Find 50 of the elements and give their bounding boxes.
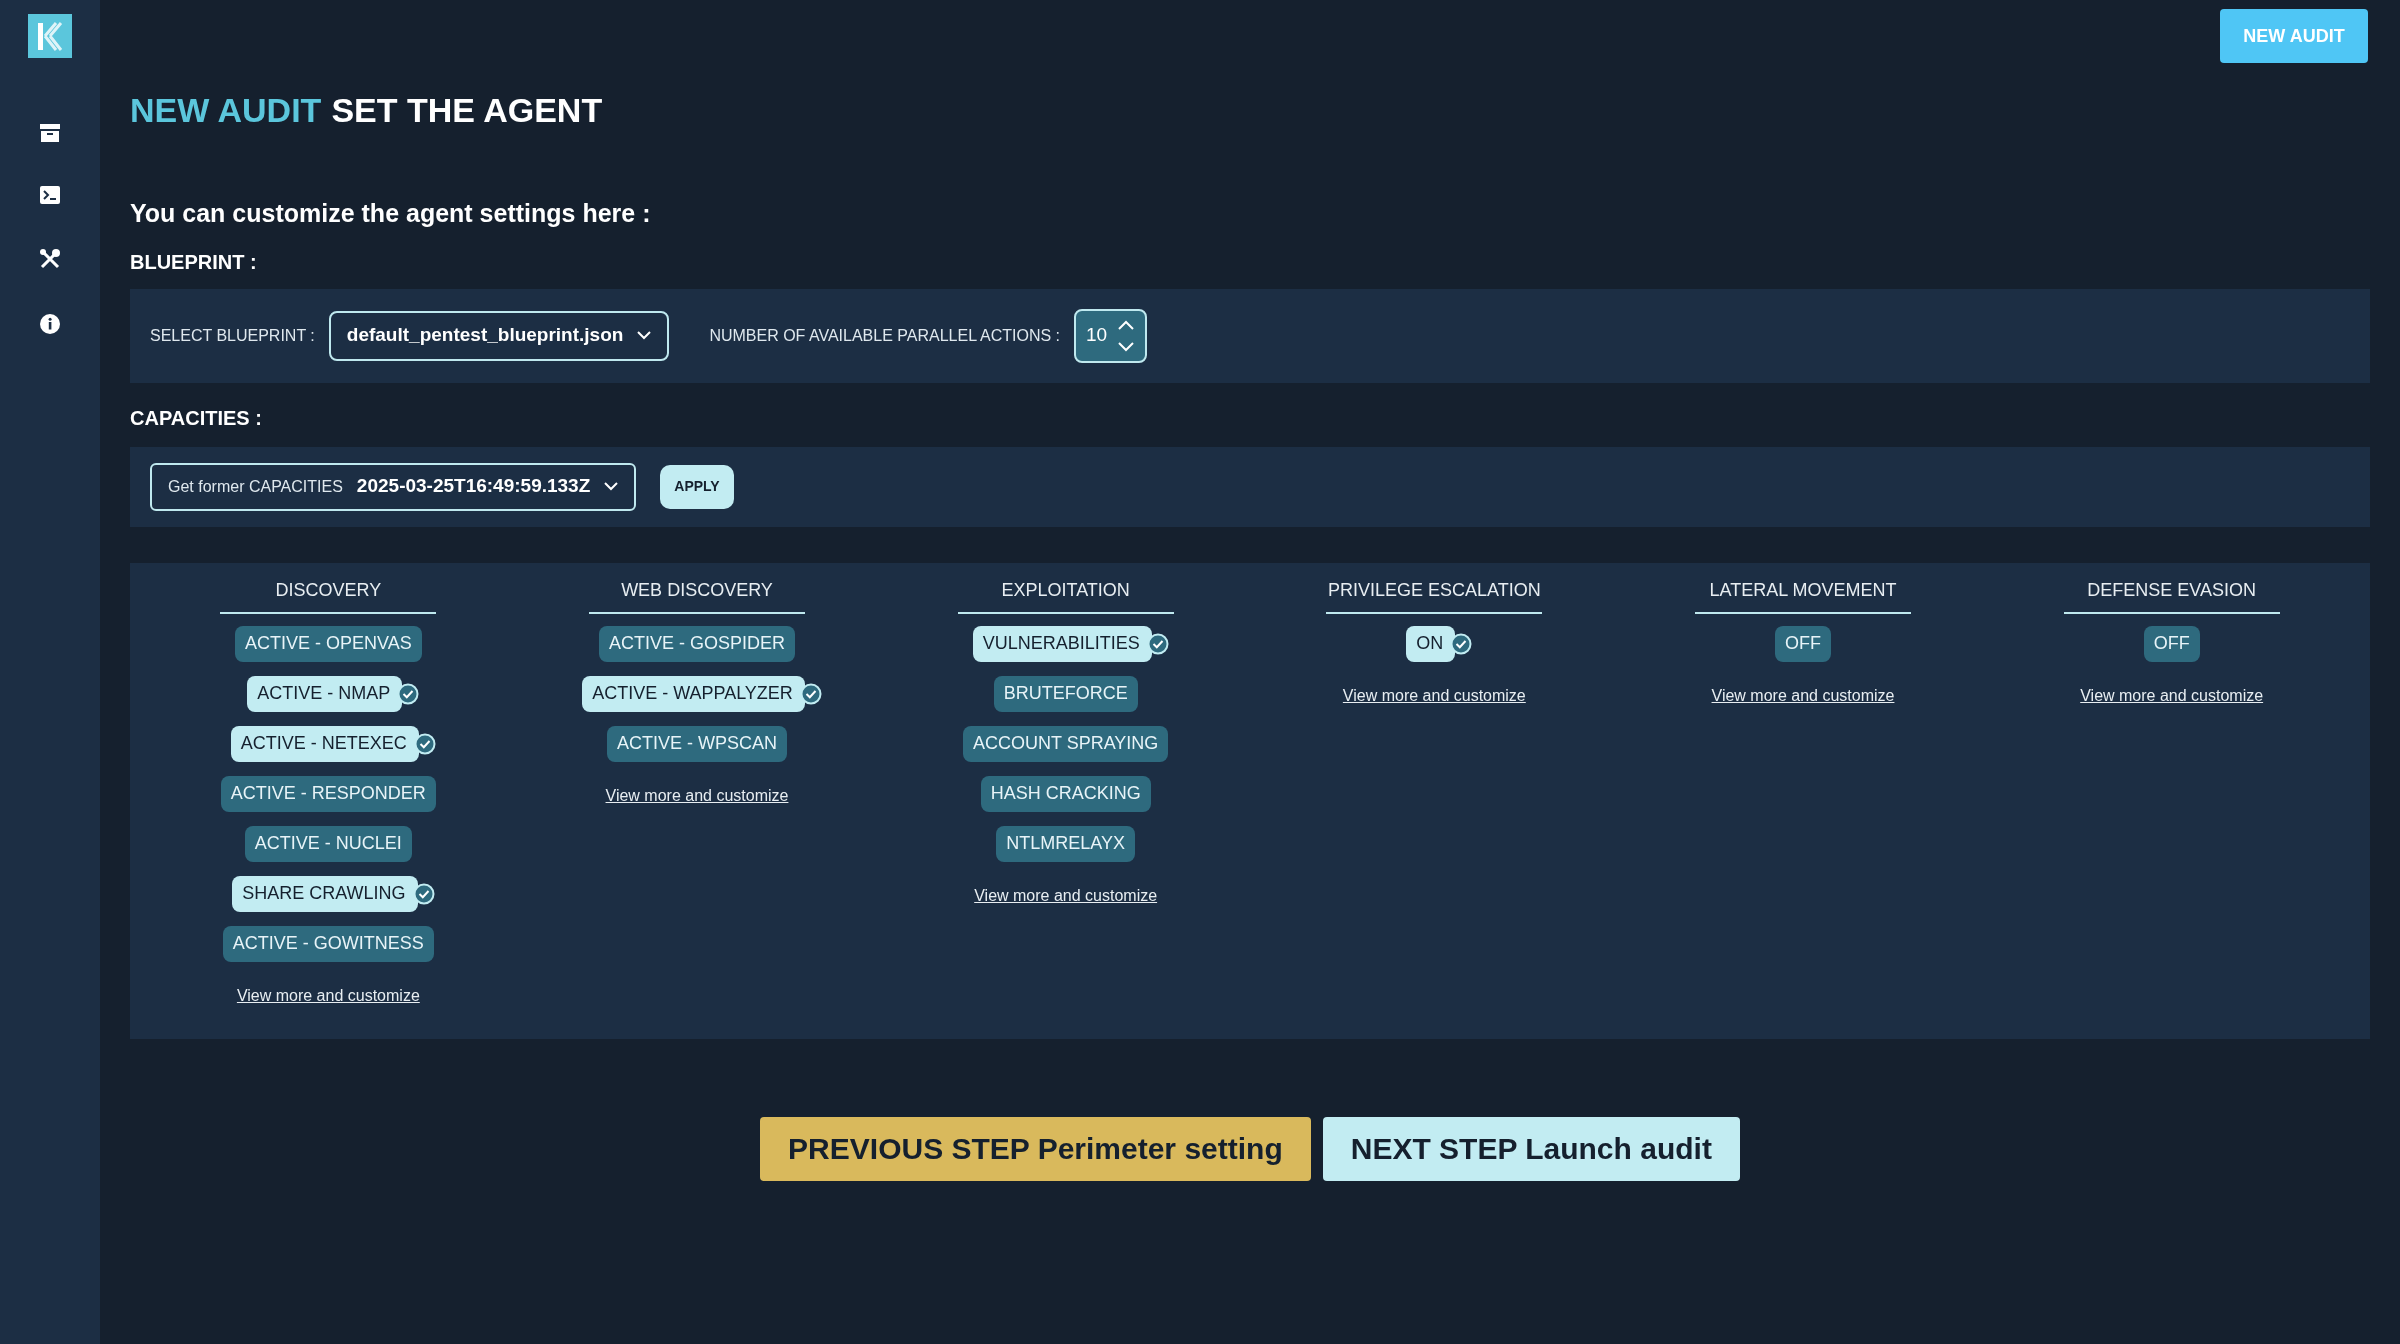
capacity-chip[interactable]: ACTIVE - WPSCAN	[607, 725, 787, 762]
terminal-icon[interactable]	[40, 186, 60, 204]
parallel-actions-field[interactable]: 10	[1074, 308, 1148, 363]
view-more-link[interactable]: View more and customize	[236, 983, 420, 1008]
view-more-link[interactable]: View more and customize	[1711, 683, 1895, 708]
capacity-chip[interactable]: ACTIVE - WAPPALYZER	[582, 675, 805, 712]
capacity-chip[interactable]: ACTIVE - GOWITNESS	[222, 925, 434, 962]
view-more-link[interactable]: View more and customize	[605, 783, 789, 808]
capacity-chip[interactable]: OFF	[2143, 625, 2200, 662]
capacity-chip[interactable]: NTLMRELAYX	[996, 825, 1135, 862]
view-more-link[interactable]: View more and customize	[2080, 683, 2264, 708]
previous-step-button[interactable]: PREVIOUS STEP Perimeter setting	[760, 1116, 1311, 1181]
stepper-arrows-icon[interactable]	[1117, 318, 1136, 353]
chevron-down-icon	[604, 482, 619, 491]
capacity-chip[interactable]: BRUTEFORCE	[993, 675, 1138, 712]
capacity-chip[interactable]: ACTIVE - GOSPIDER	[598, 625, 795, 662]
capacity-chip[interactable]: ACTIVE - NETEXEC	[230, 725, 419, 762]
category-heading: PRIVILEGE ESCALATION	[1326, 576, 1543, 614]
capacity-chip[interactable]: ACTIVE - OPENVAS	[234, 625, 422, 662]
capacity-chip[interactable]: ON	[1406, 625, 1456, 662]
capacity-chip[interactable]: ACCOUNT SPRAYING	[962, 725, 1169, 762]
former-capacities-select[interactable]: Get former CAPACITIES 2025-03-25T16:49:59.133Z	[150, 462, 637, 511]
category-heading: DEFENSE EVASION	[2063, 576, 2280, 614]
next-step-button[interactable]: NEXT STEP Launch audit	[1322, 1116, 1740, 1181]
category-heading: DISCOVERY	[220, 576, 437, 614]
category-heading: EXPLOITATION	[957, 576, 1174, 614]
capacity-chip[interactable]: VULNERABILITIES	[972, 625, 1152, 662]
blueprint-select[interactable]: default_pentest_blueprint.json	[328, 310, 670, 361]
tools-icon[interactable]	[39, 248, 61, 270]
capacity-chip[interactable]: SHARE CRAWLING	[232, 875, 418, 912]
section-heading: CAPACITIES :	[130, 405, 263, 431]
parallel-actions-label: NUMBER OF AVAILABLE PARALLEL ACTIONS :	[709, 325, 1061, 346]
capacity-chip[interactable]: HASH CRACKING	[980, 775, 1151, 812]
intro-text: You can customize the agent settings here :	[130, 198, 652, 229]
archive-box-icon[interactable]	[40, 124, 60, 142]
page-title: SET THE AGENT	[331, 90, 603, 129]
capacity-chip[interactable]: ACTIVE - NUCLEI	[244, 825, 412, 862]
section-heading: BLUEPRINT :	[130, 249, 258, 275]
apply-button[interactable]: APPLY	[660, 464, 734, 509]
category-heading: LATERAL MOVEMENT	[1695, 576, 1911, 614]
capacity-chip[interactable]: ACTIVE - NMAP	[247, 675, 403, 712]
capacity-chip[interactable]: ACTIVE - RESPONDER	[220, 775, 436, 812]
page-title-accent: NEW AUDIT	[130, 90, 322, 129]
view-more-link[interactable]: View more and customize	[974, 883, 1158, 908]
chevron-down-icon	[637, 331, 652, 340]
select-label: SELECT BLUEPRINT :	[150, 325, 315, 346]
category-heading: WEB DISCOVERY	[589, 576, 805, 614]
capacity-chip[interactable]: OFF	[1775, 625, 1831, 662]
info-icon[interactable]	[40, 314, 60, 334]
view-more-link[interactable]: View more and customize	[1342, 683, 1526, 708]
